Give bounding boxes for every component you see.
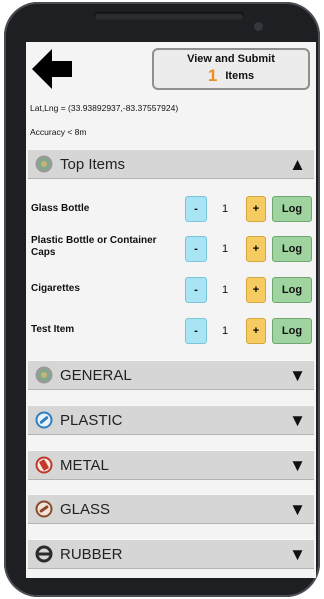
app-screen: View and Submit 1 Items Lat,Lng = (33.938… xyxy=(26,42,316,578)
submit-count-row: 1 Items xyxy=(154,66,308,86)
section-label: METAL xyxy=(60,457,109,474)
front-camera xyxy=(254,22,263,31)
section-top-items[interactable]: Top Items ▲ xyxy=(28,149,314,179)
decrement-button[interactable]: - xyxy=(185,318,207,344)
quantity-value: 1 xyxy=(221,284,229,296)
item-name: Cigarettes xyxy=(31,283,80,294)
increment-button[interactable]: + xyxy=(246,277,266,303)
chevron-down-icon[interactable]: ▼ xyxy=(289,501,306,518)
log-button[interactable]: Log xyxy=(272,318,312,344)
back-arrow-icon[interactable] xyxy=(32,49,76,89)
globe-icon xyxy=(35,155,53,173)
chevron-up-icon[interactable]: ▲ xyxy=(289,156,306,173)
section-label: RUBBER xyxy=(60,546,123,563)
submit-item-count: 1 xyxy=(207,66,218,85)
globe-icon xyxy=(35,366,53,384)
log-button[interactable]: Log xyxy=(272,196,312,222)
increment-button[interactable]: + xyxy=(246,196,266,222)
decrement-button[interactable]: - xyxy=(185,277,207,303)
list-item: Cigarettes - 1 + Log xyxy=(26,271,316,311)
section-rubber[interactable]: RUBBER ▼ xyxy=(28,539,314,569)
section-label: PLASTIC xyxy=(60,412,123,429)
lat-lng-readout: Lat,Lng = (33.93892937,-83.37557924) xyxy=(30,103,179,113)
item-name: Glass Bottle xyxy=(31,203,90,214)
chevron-down-icon[interactable]: ▼ xyxy=(289,457,306,474)
log-button[interactable]: Log xyxy=(272,277,312,303)
list-item: Plastic Bottle or Container Caps - 1 + L… xyxy=(26,230,316,270)
submit-items-label: Items xyxy=(225,70,255,82)
item-name: Plastic Bottle or Container Caps xyxy=(31,235,157,258)
decrement-button[interactable]: - xyxy=(185,236,207,262)
quantity-value: 1 xyxy=(221,203,229,215)
metal-can-icon xyxy=(35,456,53,474)
log-button[interactable]: Log xyxy=(272,236,312,262)
increment-button[interactable]: + xyxy=(246,318,266,344)
submit-title: View and Submit xyxy=(187,53,275,65)
item-name: Test Item xyxy=(31,324,75,335)
section-metal[interactable]: METAL ▼ xyxy=(28,450,314,480)
list-item: Glass Bottle - 1 + Log xyxy=(26,190,316,230)
section-general[interactable]: GENERAL ▼ xyxy=(28,360,314,390)
section-label: GENERAL xyxy=(60,367,132,384)
increment-button[interactable]: + xyxy=(246,236,266,262)
section-label: GLASS xyxy=(60,501,111,518)
section-label: Top Items xyxy=(60,156,126,173)
quantity-value: 1 xyxy=(221,325,229,337)
quantity-value: 1 xyxy=(221,243,229,255)
section-glass[interactable]: GLASS ▼ xyxy=(28,494,314,524)
chevron-down-icon[interactable]: ▼ xyxy=(289,546,306,563)
tire-icon xyxy=(35,545,53,563)
accuracy-readout: Accuracy < 8m xyxy=(30,127,87,137)
section-plastic[interactable]: PLASTIC ▼ xyxy=(28,405,314,435)
view-and-submit-button[interactable]: View and Submit 1 Items xyxy=(152,48,310,90)
phone-frame: View and Submit 1 Items Lat,Lng = (33.938… xyxy=(4,2,320,597)
chevron-down-icon[interactable]: ▼ xyxy=(289,367,306,384)
plastic-bottle-icon xyxy=(35,411,53,429)
glass-bottle-icon xyxy=(35,500,53,518)
chevron-down-icon[interactable]: ▼ xyxy=(289,412,306,429)
earpiece-speaker xyxy=(94,12,244,20)
list-item: Test Item - 1 + Log xyxy=(26,312,316,352)
decrement-button[interactable]: - xyxy=(185,196,207,222)
